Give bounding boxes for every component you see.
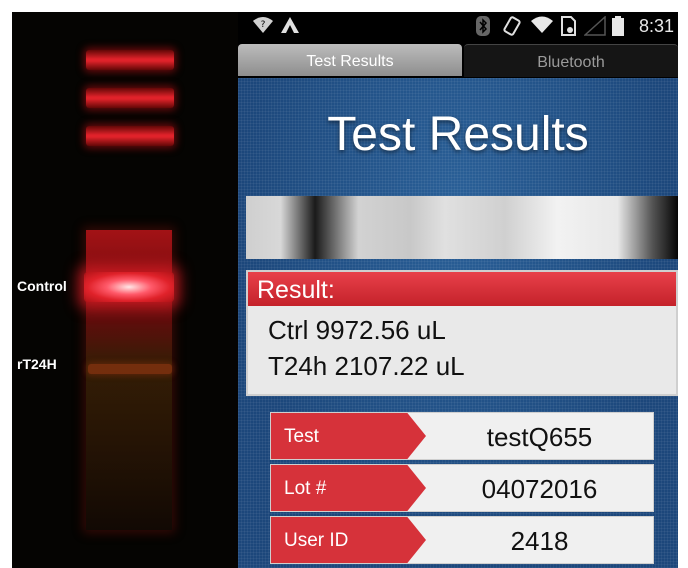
rt24h-band [88,364,172,374]
battery-icon [612,16,624,40]
result-line-t24h: T24h 2107.22 uL [268,351,465,381]
info-value: 04072016 [481,474,598,504]
info-label: Lot # [271,465,426,511]
info-table: Test testQ655 Lot # 04072016 User ID 241… [270,412,654,568]
phone-screen: ? 8:31 Test Results Bluetooth Test Resul… [238,12,678,568]
info-row-user-id: User ID 2418 [270,516,654,564]
tab-bluetooth[interactable]: Bluetooth [464,44,678,77]
status-time: 8:31 [638,16,674,36]
rt24h-label: rT24H [17,356,57,372]
page-title: Test Results [327,108,589,161]
info-label: User ID [271,517,426,563]
wifi-icon [530,16,554,38]
svg-text:?: ? [261,20,266,30]
info-row-test: Test testQ655 [270,412,654,460]
info-row-lot: Lot # 04072016 [270,464,654,512]
info-value: testQ655 [486,422,593,452]
result-header: Result: [248,272,676,306]
wifi-question-icon: ? [252,16,274,38]
ladder-band [86,88,174,108]
tab-test-results[interactable]: Test Results [238,44,462,76]
test-strip-image [246,196,678,259]
ladder-band [86,126,174,146]
control-band [84,272,174,302]
info-label: Test [271,413,426,459]
result-box: Result: Ctrl 9972.56 uL T24h 2107.22 uL [246,270,678,396]
signal-icon [583,15,606,40]
gel-image: Control rT24H [12,12,238,568]
tab-bar: Test Results Bluetooth [238,42,678,78]
sim-icon [560,16,576,40]
control-label: Control [17,278,67,294]
info-value: 2418 [510,526,569,556]
result-line-ctrl: Ctrl 9972.56 uL [268,315,446,345]
ladder-band [86,50,174,70]
notification-a-icon [280,16,300,38]
bluetooth-icon [476,16,490,40]
rotate-icon [502,16,522,40]
status-bar: ? 8:31 [238,12,678,42]
